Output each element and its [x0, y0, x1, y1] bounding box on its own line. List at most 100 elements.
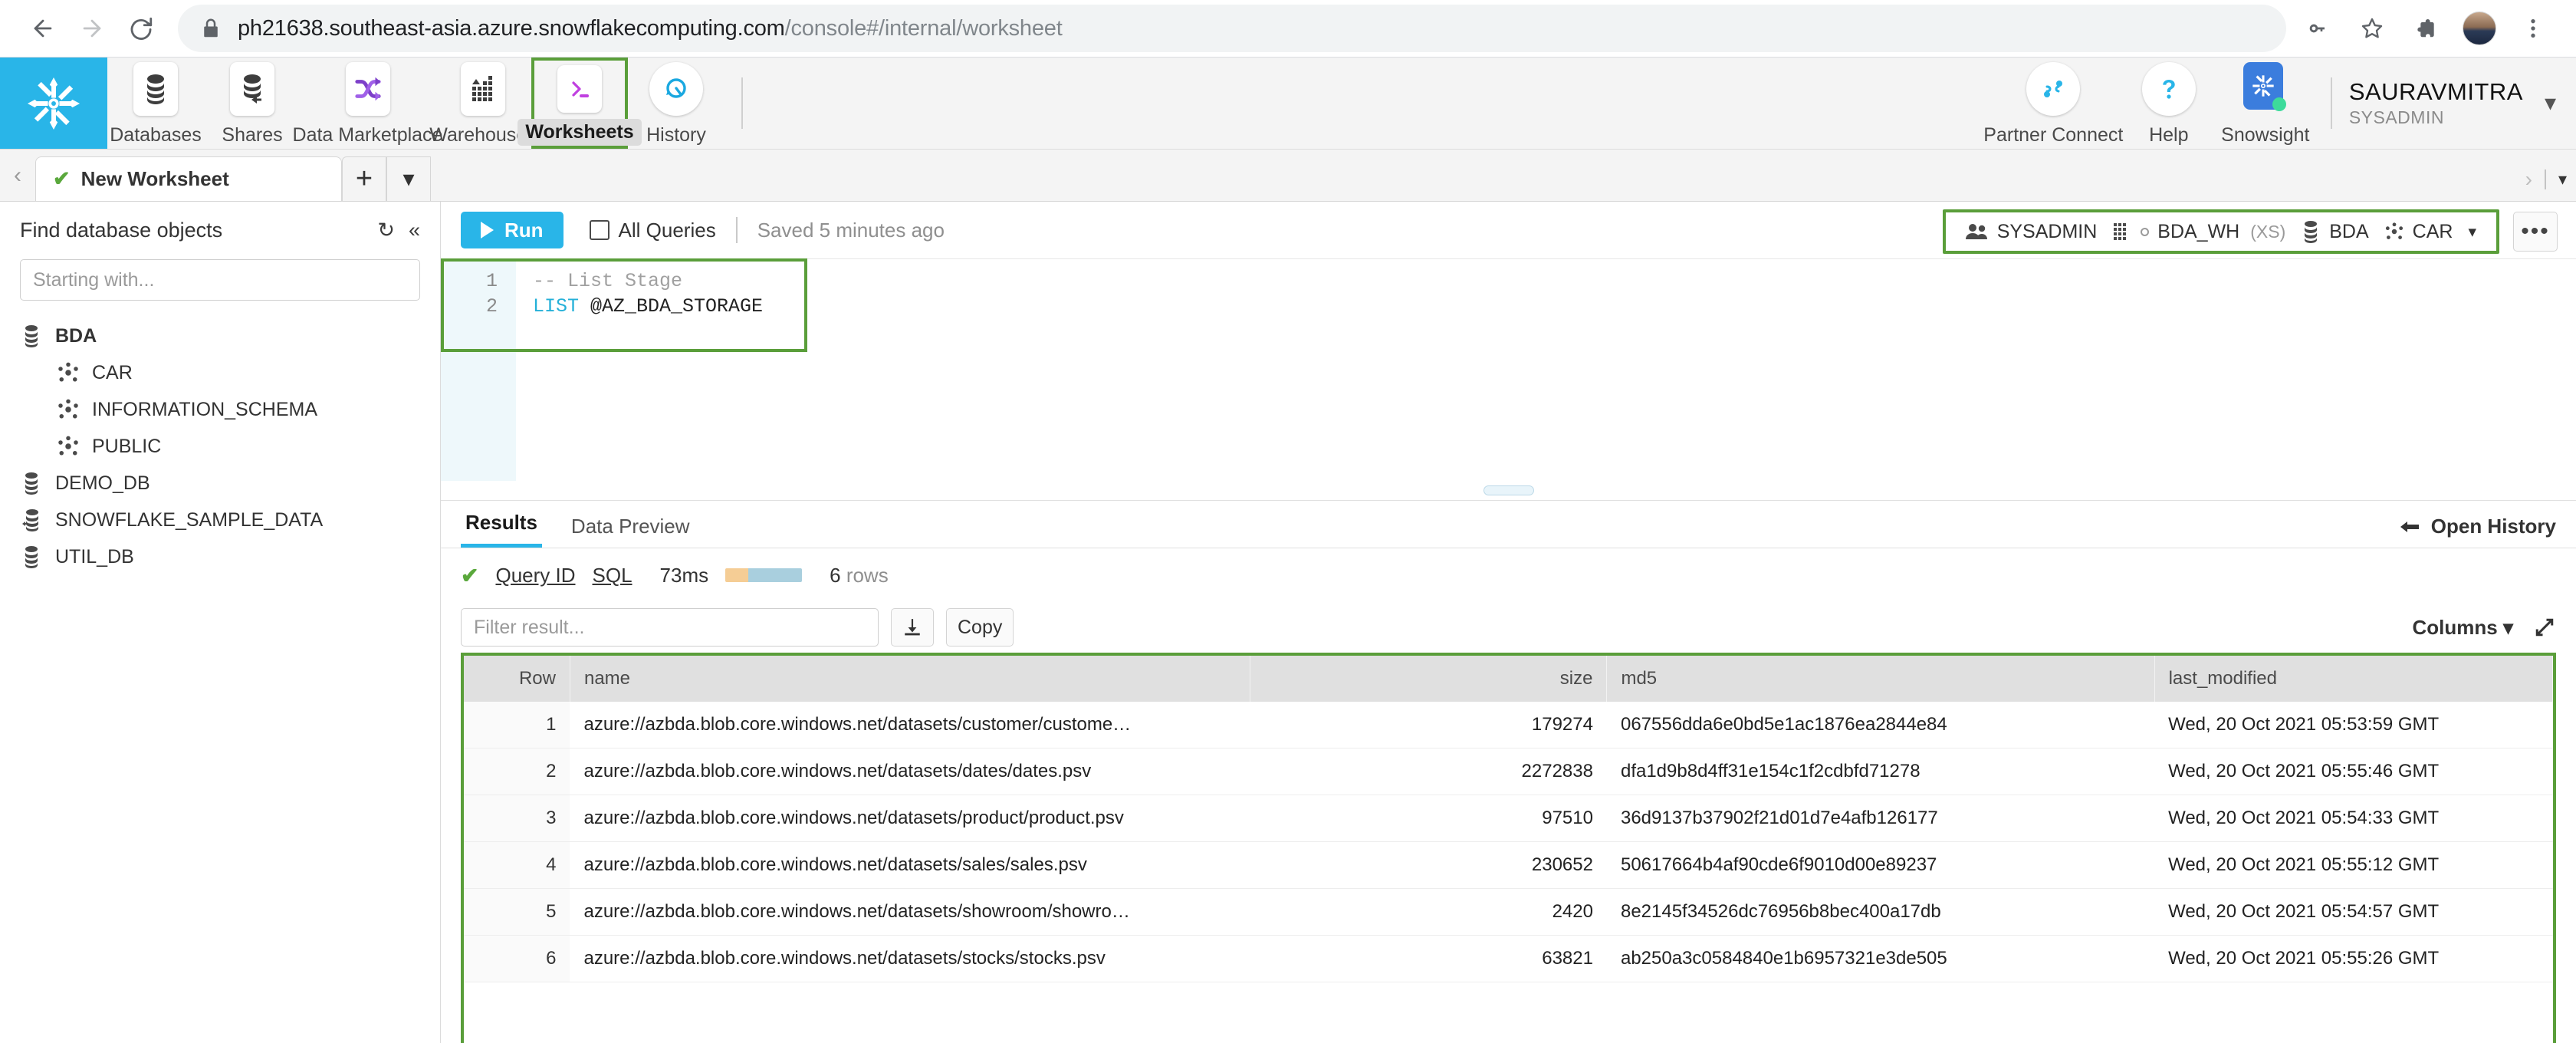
- tree-item-util-db[interactable]: UTIL_DB: [0, 538, 440, 575]
- worksheet-saved-check-icon: ✔: [53, 167, 71, 190]
- nav-item-snowsight[interactable]: Snowsight: [2217, 58, 2314, 149]
- line-number: 2: [485, 295, 498, 318]
- tabstrip-overflow-chevron-down-icon[interactable]: ▾: [2558, 169, 2567, 189]
- nav-item-databases[interactable]: Databases: [107, 58, 204, 149]
- schema-icon: [58, 399, 78, 419]
- tree-item-car[interactable]: CAR: [0, 354, 440, 391]
- all-queries-checkbox[interactable]: All Queries: [589, 219, 716, 242]
- tree-item-bda[interactable]: BDA: [0, 318, 440, 354]
- col-header-md5[interactable]: md5: [1606, 656, 2155, 702]
- tabstrip-scroll-right-icon[interactable]: ›: [2525, 167, 2532, 192]
- user-menu[interactable]: SAURAVMITRA SYSADMIN ▾: [2349, 58, 2576, 149]
- tree-item-demo-db[interactable]: DEMO_DB: [0, 465, 440, 502]
- tabstrip-scroll-left-icon[interactable]: ‹: [0, 150, 35, 201]
- table-row[interactable]: 3 azure://azbda.blob.core.windows.net/da…: [464, 795, 2553, 842]
- table-row[interactable]: 6 azure://azbda.blob.core.windows.net/da…: [464, 935, 2553, 982]
- context-chevron-down-icon[interactable]: ▾: [2468, 222, 2476, 242]
- browser-reload-button[interactable]: [117, 4, 166, 53]
- cell-name: azure://azbda.blob.core.windows.net/data…: [570, 888, 1250, 936]
- browser-menu-icon[interactable]: [2509, 4, 2558, 53]
- filter-result-input[interactable]: [461, 608, 879, 647]
- snowflake-logo[interactable]: [0, 58, 107, 149]
- tree-item-public[interactable]: PUBLIC: [0, 428, 440, 465]
- cell-size: 230652: [1250, 841, 1607, 889]
- results-table-body: 1 azure://azbda.blob.core.windows.net/da…: [464, 702, 2553, 982]
- results-table-container[interactable]: Row name size md5 last_modified 1 azure:…: [461, 653, 2556, 1043]
- tab-results[interactable]: Results: [461, 511, 542, 548]
- database-icon: [2305, 221, 2318, 243]
- columns-dropdown[interactable]: Columns ▾: [2412, 616, 2513, 640]
- database-sidebar: Find database objects ↻ « BDA: [0, 202, 441, 1043]
- open-history-button[interactable]: Open History: [2399, 515, 2556, 538]
- col-header-row[interactable]: Row: [464, 656, 570, 702]
- schema-icon: [58, 362, 78, 382]
- context-selector: SYSADMIN BDA_WH (XS) BDA CAR ▾: [1942, 209, 2499, 254]
- tab-data-preview[interactable]: Data Preview: [567, 515, 695, 548]
- nav-item-partner-connect[interactable]: Partner Connect: [1983, 58, 2123, 149]
- expand-icon[interactable]: [2533, 616, 2556, 639]
- success-check-icon: ✔: [461, 563, 479, 587]
- cell-row: 1: [464, 702, 570, 749]
- tree-item-information-schema[interactable]: INFORMATION_SCHEMA: [0, 391, 440, 428]
- saved-passwords-icon[interactable]: [2294, 4, 2343, 53]
- arrow-left-icon: [2400, 521, 2419, 532]
- runbar-divider: [735, 217, 738, 243]
- nav-item-worksheets[interactable]: Worksheets: [518, 58, 642, 149]
- code-line-2: LIST @AZ_BDA_STORAGE: [533, 294, 2576, 319]
- nav-label-snowsight: Snowsight: [2221, 124, 2310, 146]
- run-button[interactable]: Run: [461, 212, 564, 248]
- editor-gutter: 1 2: [441, 259, 516, 481]
- worksheet-tab-menu-button[interactable]: ▾: [386, 156, 431, 201]
- data-marketplace-icon: [345, 62, 390, 116]
- table-row[interactable]: 1 azure://azbda.blob.core.windows.net/da…: [464, 702, 2553, 749]
- worksheets-icon: [557, 65, 602, 113]
- cell-md5: 8e2145f34526dc76956b8bec400a17db: [1606, 888, 2155, 936]
- col-header-last-modified[interactable]: last_modified: [2154, 656, 2553, 702]
- nav-item-history[interactable]: History: [628, 58, 724, 149]
- browser-forward-button[interactable]: [67, 4, 117, 53]
- splitter-grip[interactable]: [1483, 485, 1534, 495]
- nav-item-warehouses[interactable]: Warehouses: [429, 58, 537, 149]
- browser-back-button[interactable]: [18, 4, 67, 53]
- worksheet-tab[interactable]: ✔ New Worksheet: [35, 156, 342, 201]
- context-role[interactable]: SYSADMIN: [1965, 221, 2097, 243]
- worksheet-tabstrip: ‹ ✔ New Worksheet + ▾ › ▾: [0, 150, 2576, 202]
- user-menu-chevron-down-icon[interactable]: ▾: [2545, 90, 2556, 117]
- tree-item-label: UTIL_DB: [55, 545, 134, 568]
- partner-connect-icon: [2026, 62, 2081, 116]
- profile-avatar[interactable]: [2455, 4, 2504, 53]
- cell-name: azure://azbda.blob.core.windows.net/data…: [570, 748, 1250, 795]
- sql-editor[interactable]: 1 2 -- List Stage LIST @AZ_BDA_STORAGE: [441, 258, 2576, 481]
- nav-divider: [741, 77, 743, 129]
- copy-button[interactable]: Copy: [946, 608, 1014, 647]
- refresh-icon[interactable]: ↻: [377, 219, 395, 242]
- query-id-link[interactable]: Query ID: [495, 564, 575, 587]
- collapse-icon[interactable]: «: [409, 219, 420, 242]
- context-database[interactable]: BDA: [2301, 220, 2369, 243]
- table-row[interactable]: 5 azure://azbda.blob.core.windows.net/da…: [464, 888, 2553, 936]
- cell-name: azure://azbda.blob.core.windows.net/data…: [570, 935, 1250, 982]
- worksheet-more-button[interactable]: •••: [2513, 212, 2558, 252]
- address-bar[interactable]: ph21638.southeast-asia.azure.snowflakeco…: [178, 5, 2286, 52]
- table-row[interactable]: 2 azure://azbda.blob.core.windows.net/da…: [464, 748, 2553, 795]
- nav-label-history: History: [646, 124, 706, 146]
- context-warehouse[interactable]: BDA_WH (XS): [2112, 221, 2285, 243]
- new-worksheet-button[interactable]: +: [342, 156, 386, 201]
- editor-code[interactable]: -- List Stage LIST @AZ_BDA_STORAGE: [516, 259, 2576, 481]
- table-row[interactable]: 4 azure://azbda.blob.core.windows.net/da…: [464, 841, 2553, 889]
- extensions-icon[interactable]: [2401, 4, 2450, 53]
- bookmark-star-icon[interactable]: [2348, 4, 2397, 53]
- col-header-name[interactable]: name: [570, 656, 1251, 702]
- sql-link[interactable]: SQL: [593, 564, 632, 587]
- line-number: 1: [485, 270, 498, 292]
- download-button[interactable]: [891, 608, 934, 647]
- url-text: ph21638.southeast-asia.azure.snowflakeco…: [238, 16, 1063, 41]
- context-schema[interactable]: CAR: [2384, 221, 2453, 243]
- pane-splitter[interactable]: [441, 481, 2576, 501]
- browser-action-icons: [2294, 4, 2558, 53]
- nav-item-data-marketplace[interactable]: Data Marketplace: [293, 58, 442, 149]
- tree-item-snowflake-sample-data[interactable]: SNOWFLAKE_SAMPLE_DATA: [0, 502, 440, 538]
- search-input[interactable]: [20, 259, 420, 301]
- col-header-size[interactable]: size: [1250, 656, 1608, 702]
- nav-item-help[interactable]: Help: [2121, 58, 2217, 149]
